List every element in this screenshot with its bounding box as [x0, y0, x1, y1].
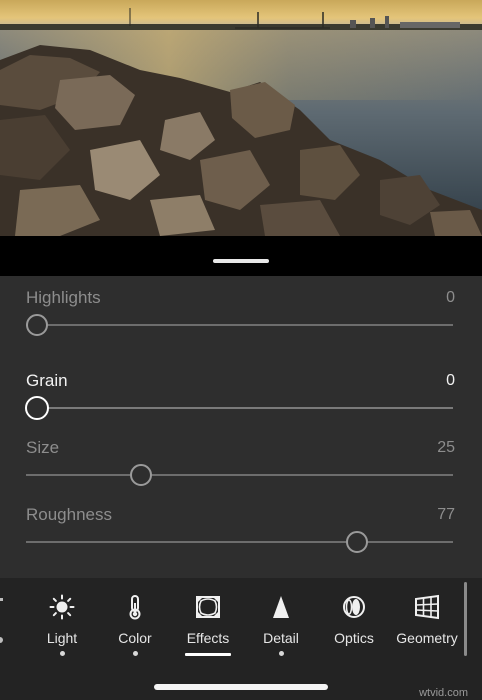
- slider-label: Roughness: [26, 505, 113, 524]
- slider-thumb[interactable]: [130, 464, 152, 486]
- slider-label: Size: [26, 438, 60, 457]
- grid-perspective-icon: [415, 594, 439, 620]
- slider-thumb[interactable]: [346, 531, 369, 553]
- previous-tool-edge: [0, 598, 3, 601]
- slider-label: Highlights: [26, 288, 101, 307]
- slider-track[interactable]: [26, 324, 453, 326]
- slider-label: Grain: [26, 371, 68, 390]
- slider-thumb[interactable]: [25, 396, 49, 420]
- edit-panel: Highlights 0 Grain 0 Size 25 Roughness 7…: [0, 276, 482, 578]
- adjusted-dot: [59, 651, 65, 656]
- tool-label: Geometry: [396, 630, 458, 646]
- adjusted-dot: [132, 651, 138, 656]
- home-bar-area: wtvid.com: [0, 660, 482, 700]
- slider-thumb[interactable]: [26, 314, 48, 336]
- effects-icon: [196, 596, 220, 618]
- tool-label: Optics: [334, 630, 374, 646]
- slider-value: 25: [437, 439, 455, 456]
- triangle-icon: [273, 596, 289, 618]
- tool-light[interactable]: Light: [25, 578, 99, 660]
- tool-label: Color: [118, 630, 152, 646]
- tool-color[interactable]: Color: [98, 578, 172, 660]
- sun-icon: [49, 594, 75, 620]
- slider-value: 0: [446, 372, 455, 389]
- landscape-photo: [0, 0, 482, 236]
- tool-label: Light: [46, 630, 78, 646]
- selected-underline: [185, 653, 231, 656]
- adjusted-dot: [278, 651, 284, 656]
- tool-label: Effects: [186, 630, 230, 646]
- slider-value: 77: [437, 506, 455, 523]
- tool-effects[interactable]: Effects: [171, 578, 245, 660]
- home-indicator[interactable]: [154, 684, 328, 690]
- tool-optics[interactable]: Optics: [317, 578, 391, 660]
- tool-geometry[interactable]: Geometry: [390, 578, 464, 660]
- slider-track[interactable]: [26, 407, 453, 409]
- lens-icon: [343, 596, 365, 618]
- slider-value: 0: [446, 289, 455, 306]
- toolbar-scroll-indicator: [464, 582, 467, 656]
- slider-track[interactable]: [26, 474, 453, 476]
- watermark: wtvid.com: [419, 687, 468, 699]
- panel-drag-area[interactable]: [0, 236, 482, 276]
- slider-track[interactable]: [26, 541, 453, 543]
- tool-detail[interactable]: Detail: [244, 578, 318, 660]
- thermometer-icon: [129, 595, 141, 620]
- photo-preview[interactable]: [0, 0, 482, 236]
- edit-toolbar: Light Color Effects Detail Optics Geomet…: [0, 578, 482, 660]
- tool-label: Detail: [263, 630, 299, 646]
- drag-handle[interactable]: [213, 259, 269, 263]
